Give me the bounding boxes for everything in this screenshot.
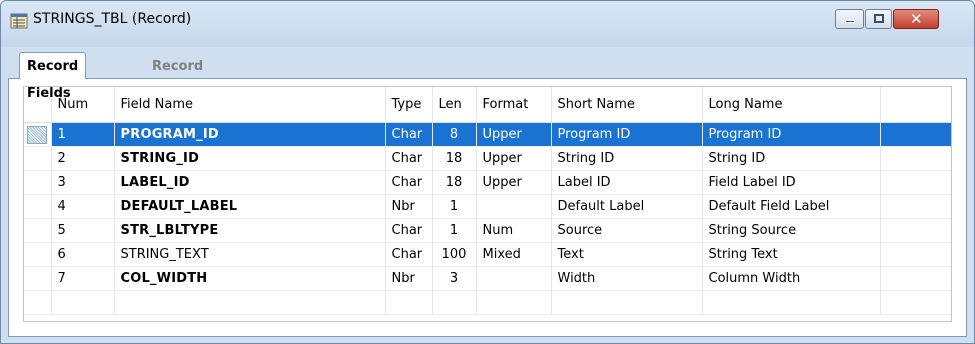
cell-empty xyxy=(880,242,951,267)
maximize-button[interactable] xyxy=(865,9,892,29)
row-selector[interactable] xyxy=(24,122,52,147)
cell-field-name: PROGRAM_ID xyxy=(114,122,386,147)
record-window: STRINGS_TBL (Record) ✕ Record Fields Rec… xyxy=(0,0,975,344)
table-row[interactable]: 6 STRING_TEXT Char 100 Mixed Text String… xyxy=(24,242,951,267)
cell-empty xyxy=(880,194,951,219)
cell-long-name: Column Width xyxy=(702,266,881,291)
row-selector[interactable] xyxy=(24,266,52,291)
cell-format xyxy=(476,266,552,291)
cell-short-name: Default Label xyxy=(551,194,703,219)
cell-len: 1 xyxy=(432,194,477,219)
cell-long-name: String Source xyxy=(702,218,881,243)
cell-short-name: String ID xyxy=(551,146,703,171)
cell-num: 6 xyxy=(51,242,115,267)
column-header-len[interactable]: Len xyxy=(432,87,477,123)
cell-num: 7 xyxy=(51,266,115,291)
cell-format: Upper xyxy=(476,170,552,195)
cell-format: Num xyxy=(476,218,552,243)
cell-type: Nbr xyxy=(385,194,433,219)
row-selector[interactable] xyxy=(24,170,52,195)
cell-num: 1 xyxy=(51,122,115,147)
tab-record-type[interactable]: Record Type xyxy=(145,56,210,96)
cell-format xyxy=(476,194,552,219)
cell-field-name: COL_WIDTH xyxy=(114,266,386,291)
column-header-field-name[interactable]: Field Name xyxy=(114,87,386,123)
row-selector[interactable] xyxy=(24,218,52,243)
cell-short-name: Program ID xyxy=(551,122,703,147)
cell-short-name: Label ID xyxy=(551,170,703,195)
cell-type: Char xyxy=(385,146,433,171)
cell-type: Char xyxy=(385,122,433,147)
cell-len: 8 xyxy=(432,122,477,147)
maximize-icon xyxy=(874,14,884,23)
cell-type: Char xyxy=(385,170,433,195)
cell-field-name: LABEL_ID xyxy=(114,170,386,195)
column-header-type[interactable]: Type xyxy=(385,87,433,123)
cell-long-name: Program ID xyxy=(702,122,881,147)
minimize-button[interactable] xyxy=(835,9,864,29)
cell-type: Char xyxy=(385,218,433,243)
table-row[interactable]: 4 DEFAULT_LABEL Nbr 1 Default Label Defa… xyxy=(24,194,951,219)
cell-num: 5 xyxy=(51,218,115,243)
header-row: Num Field Name Type Len Format Short Nam… xyxy=(24,87,951,123)
row-selector[interactable] xyxy=(24,146,52,171)
tab-panel: Num Field Name Type Len Format Short Nam… xyxy=(8,78,967,337)
cell-field-name: STRING_ID xyxy=(114,146,386,171)
cell-short-name: Text xyxy=(551,242,703,267)
cell-field-name: STR_LBLTYPE xyxy=(114,218,386,243)
cell-empty xyxy=(880,218,951,243)
column-header-format[interactable]: Format xyxy=(476,87,552,123)
fields-grid: Num Field Name Type Len Format Short Nam… xyxy=(23,86,952,322)
row-selector[interactable] xyxy=(24,242,52,267)
cell-long-name: Field Label ID xyxy=(702,170,881,195)
close-icon: ✕ xyxy=(910,10,923,28)
cell-len: 3 xyxy=(432,266,477,291)
cell-field-name: STRING_TEXT xyxy=(114,242,386,267)
cell-type: Char xyxy=(385,242,433,267)
empty-row xyxy=(24,290,951,315)
cell-num: 4 xyxy=(51,194,115,219)
cell-len: 18 xyxy=(432,170,477,195)
minimize-icon xyxy=(845,20,855,23)
table-row[interactable]: 7 COL_WIDTH Nbr 3 Width Column Width xyxy=(24,266,951,291)
cell-long-name: String Text xyxy=(702,242,881,267)
fields-table: Num Field Name Type Len Format Short Nam… xyxy=(24,87,951,315)
cell-empty xyxy=(880,122,951,147)
cell-len: 18 xyxy=(432,146,477,171)
table-row[interactable]: 2 STRING_ID Char 18 Upper String ID Stri… xyxy=(24,146,951,171)
cell-short-name: Width xyxy=(551,266,703,291)
column-header-short-name[interactable]: Short Name xyxy=(551,87,703,123)
close-button[interactable]: ✕ xyxy=(893,9,939,29)
cell-long-name: Default Field Label xyxy=(702,194,881,219)
cell-format: Mixed xyxy=(476,242,552,267)
cell-format: Upper xyxy=(476,122,552,147)
cell-len: 100 xyxy=(432,242,477,267)
cell-format: Upper xyxy=(476,146,552,171)
cell-short-name: Source xyxy=(551,218,703,243)
tab-record-fields[interactable]: Record Fields xyxy=(19,52,87,101)
column-header-long-name[interactable]: Long Name xyxy=(702,87,881,123)
row-selector[interactable] xyxy=(24,194,52,219)
record-icon xyxy=(10,13,28,29)
cell-long-name: String ID xyxy=(702,146,881,171)
cell-num: 2 xyxy=(51,146,115,171)
cell-empty xyxy=(880,146,951,171)
cell-len: 1 xyxy=(432,218,477,243)
cell-empty xyxy=(880,170,951,195)
table-row[interactable]: 3 LABEL_ID Char 18 Upper Label ID Field … xyxy=(24,170,951,195)
table-row[interactable]: 5 STR_LBLTYPE Char 1 Num Source String S… xyxy=(24,218,951,243)
title-bar[interactable]: STRINGS_TBL (Record) ✕ xyxy=(1,1,974,47)
cell-type: Nbr xyxy=(385,266,433,291)
cell-field-name: DEFAULT_LABEL xyxy=(114,194,386,219)
cell-empty xyxy=(880,266,951,291)
window-title: STRINGS_TBL (Record) xyxy=(33,11,192,27)
table-row[interactable]: 1 PROGRAM_ID Char 8 Upper Program ID Pro… xyxy=(24,122,951,147)
cell-num: 3 xyxy=(51,170,115,195)
column-header-empty xyxy=(880,87,951,123)
